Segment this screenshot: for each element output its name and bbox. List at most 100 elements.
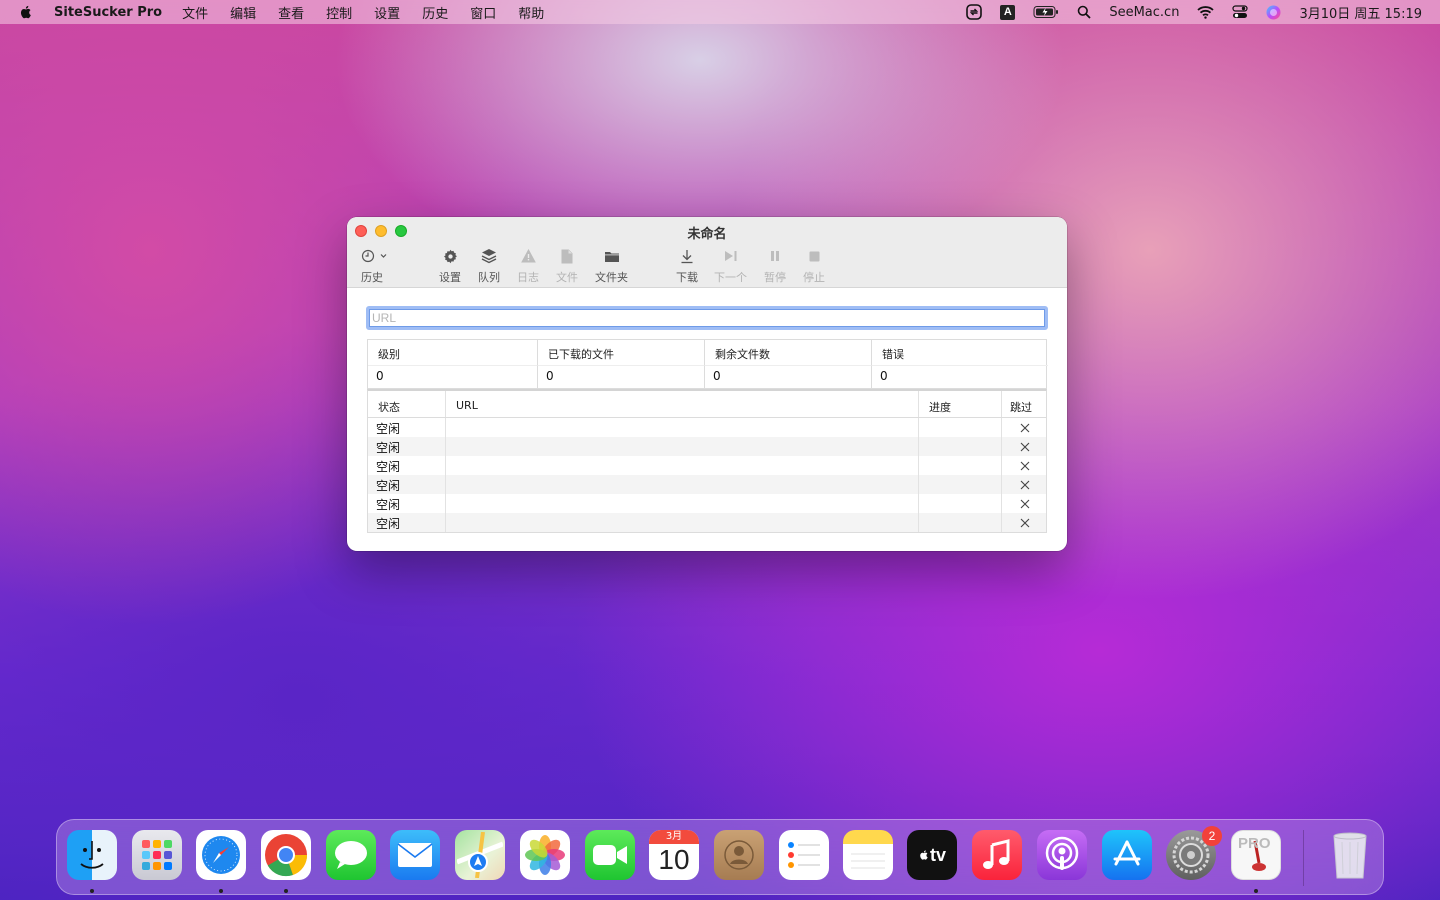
- window-content: 级别 已下载的文件 剩余文件数 错误 0 0 0 0 状态 URL 进度 跳过 …: [347, 288, 1067, 533]
- column-header-status[interactable]: 状态: [368, 391, 446, 417]
- menu-control[interactable]: 控制: [326, 3, 352, 22]
- pause-label: 暂停: [764, 271, 786, 284]
- menu-settings[interactable]: 设置: [374, 3, 400, 22]
- maps-icon[interactable]: [455, 830, 505, 880]
- sync-status-icon[interactable]: [966, 4, 983, 20]
- stop-button[interactable]: 停止: [803, 247, 825, 285]
- close-x-icon: [1020, 499, 1030, 508]
- close-x-icon: [1020, 518, 1030, 527]
- table-row[interactable]: 空闲: [368, 513, 1046, 532]
- control-center-icon[interactable]: [1232, 5, 1249, 19]
- close-x-icon: [1020, 480, 1030, 489]
- skip-button[interactable]: [1002, 513, 1048, 532]
- menu-file[interactable]: 文件: [182, 3, 208, 22]
- finder-icon[interactable]: [67, 830, 117, 880]
- skip-button[interactable]: [1002, 494, 1048, 513]
- app-name-menu[interactable]: SiteSucker Pro: [54, 5, 162, 20]
- wifi-icon[interactable]: [1197, 5, 1215, 19]
- queue-button[interactable]: 队列: [478, 247, 500, 285]
- pause-button[interactable]: 暂停: [764, 247, 786, 285]
- url-input[interactable]: [366, 306, 1048, 330]
- document-icon: [561, 247, 573, 265]
- row-url: [446, 418, 919, 437]
- app-store-icon[interactable]: [1102, 830, 1152, 880]
- sitesucker-running-dot: [1254, 889, 1258, 893]
- history-button[interactable]: 历史: [361, 247, 389, 285]
- row-status: 空闲: [368, 418, 446, 437]
- battery-icon[interactable]: [1033, 5, 1059, 19]
- skip-button[interactable]: [1002, 475, 1048, 494]
- facetime-icon[interactable]: [585, 830, 635, 880]
- close-x-icon: [1020, 461, 1030, 470]
- settings-button[interactable]: 设置: [439, 247, 461, 285]
- apple-icon[interactable]: [18, 4, 34, 20]
- menu-window[interactable]: 窗口: [470, 3, 496, 22]
- next-button[interactable]: 下一个: [714, 247, 747, 285]
- skip-button[interactable]: [1002, 418, 1048, 437]
- calendar-icon[interactable]: 3月 10: [649, 830, 699, 880]
- folder-label: 文件夹: [595, 271, 628, 284]
- menu-help[interactable]: 帮助: [518, 3, 544, 22]
- table-row[interactable]: 空闲: [368, 437, 1046, 456]
- skip-button[interactable]: [1002, 456, 1048, 475]
- stats-header-errors: 错误: [882, 348, 904, 361]
- menu-history[interactable]: 历史: [422, 3, 448, 22]
- stop-icon: [809, 247, 820, 265]
- column-header-progress[interactable]: 进度: [919, 391, 1002, 417]
- chrome-icon[interactable]: [261, 830, 311, 880]
- next-label: 下一个: [714, 271, 747, 284]
- system-preferences-icon[interactable]: 2: [1166, 826, 1222, 880]
- spotlight-search-icon[interactable]: [1077, 5, 1091, 19]
- table-row[interactable]: 空闲: [368, 494, 1046, 513]
- podcasts-icon[interactable]: [1037, 830, 1087, 880]
- folder-button[interactable]: 文件夹: [595, 247, 628, 285]
- file-label: 文件: [556, 271, 578, 284]
- row-status: 空闲: [368, 437, 446, 456]
- log-button[interactable]: 日志: [517, 247, 539, 285]
- history-label: 历史: [361, 271, 383, 284]
- table-body: 空闲 空闲 空闲 空闲 空闲 空闲: [368, 418, 1046, 532]
- photos-icon[interactable]: [520, 830, 570, 880]
- column-header-skip[interactable]: 跳过: [1002, 391, 1048, 417]
- menu-view[interactable]: 查看: [278, 3, 304, 22]
- row-url: [446, 475, 919, 494]
- column-header-url[interactable]: URL: [446, 391, 919, 417]
- music-icon[interactable]: [972, 830, 1022, 880]
- apple-tv-icon[interactable]: tv: [907, 830, 957, 880]
- table-row[interactable]: 空闲: [368, 418, 1046, 437]
- menu-edit[interactable]: 编辑: [230, 3, 256, 22]
- pro-label: PRO: [1238, 835, 1271, 852]
- menubar-status-area: A SeeMac.cn 3月10日 周五 15:19: [948, 0, 1422, 24]
- sitesucker-window: 未命名 历史 设置 队列 日志 文件 文件夹 下载 下一个 暂停 停止 URL …: [347, 217, 1067, 551]
- seemac-menu-extra[interactable]: SeeMac.cn: [1109, 5, 1179, 20]
- reminders-icon[interactable]: [779, 830, 829, 880]
- pause-icon: [770, 247, 780, 265]
- skip-button[interactable]: [1002, 437, 1048, 456]
- clock-datetime[interactable]: 3月10日 周五 15:19: [1299, 3, 1422, 22]
- menubar: SiteSucker Pro 文件 编辑 查看 控制 设置 历史 窗口 帮助 A…: [0, 0, 1440, 24]
- chrome-running-dot: [284, 889, 288, 893]
- input-method-icon[interactable]: A: [1000, 4, 1016, 20]
- trash-icon[interactable]: [1325, 830, 1375, 880]
- download-button[interactable]: 下载: [676, 247, 698, 285]
- row-progress: [919, 418, 1002, 437]
- table-row[interactable]: 空闲: [368, 456, 1046, 475]
- row-status: 空闲: [368, 475, 446, 494]
- launchpad-icon[interactable]: [132, 830, 182, 880]
- queue-table: 状态 URL 进度 跳过 空闲 空闲 空闲 空闲 空闲 空闲: [367, 389, 1047, 533]
- sitesucker-pro-icon[interactable]: PRO: [1231, 830, 1281, 880]
- settings-label: 设置: [439, 271, 461, 284]
- table-row[interactable]: 空闲: [368, 475, 1046, 494]
- notification-badge: 2: [1202, 826, 1222, 846]
- stats-panel: 级别 已下载的文件 剩余文件数 错误 0 0 0 0: [367, 339, 1048, 389]
- contacts-icon[interactable]: [714, 830, 764, 880]
- mail-icon[interactable]: [390, 830, 440, 880]
- stats-header-level: 级别: [368, 340, 538, 365]
- close-x-icon: [1020, 423, 1030, 432]
- file-button[interactable]: 文件: [556, 247, 578, 285]
- tv-label: tv: [929, 844, 946, 865]
- messages-icon[interactable]: [326, 830, 376, 880]
- siri-icon[interactable]: [1266, 5, 1281, 20]
- notes-icon[interactable]: [843, 830, 893, 880]
- safari-icon[interactable]: [196, 830, 246, 880]
